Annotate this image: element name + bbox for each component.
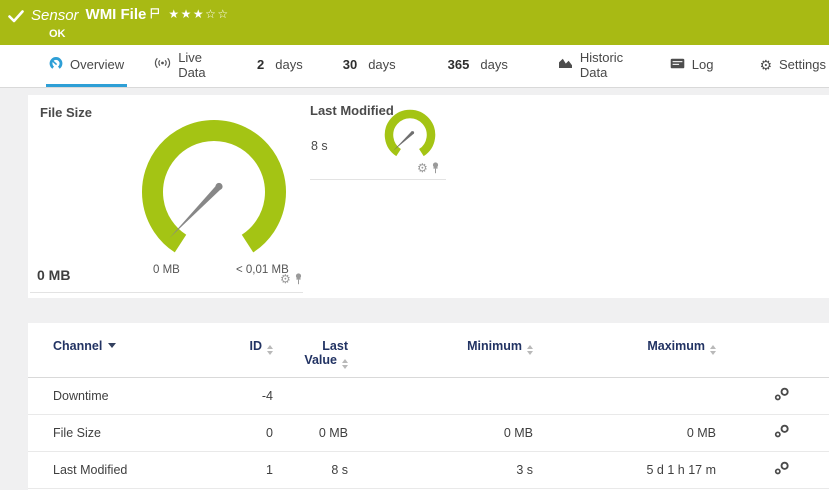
tab-log[interactable]: Log (667, 45, 717, 87)
table-row-downtime[interactable]: Downtime -4 (28, 378, 829, 415)
channel-last-value (275, 378, 350, 415)
pin-icon[interactable] (431, 162, 440, 174)
tab-label: Historic Data (580, 50, 630, 80)
channel-minimum: 3 s (350, 452, 535, 489)
tab-bar: Overview Live Data 2 days 30 days 365 da… (0, 45, 829, 88)
tab-30-days[interactable]: 30 days (340, 45, 399, 87)
column-header-channel[interactable]: Channel (28, 323, 178, 378)
channel-maximum (535, 378, 718, 415)
column-header-minimum[interactable]: Minimum (350, 323, 535, 378)
table-header-row: Channel ID Last Value Minimum Maximum (28, 323, 829, 378)
card-divider (30, 292, 303, 293)
channel-id: 0 (178, 415, 275, 452)
last-modified-gauge-actions: ⚙ (417, 162, 440, 174)
tab-live-data[interactable]: Live Data (151, 45, 216, 87)
gauges-panel: File Size 0 MB < 0,01 MB ⚙ 0 MB Last Mod… (28, 95, 829, 298)
log-icon (670, 57, 685, 72)
channel-settings-gears-icon[interactable] (773, 391, 791, 405)
gauge-icon (49, 57, 63, 72)
sort-icon (527, 345, 533, 355)
gear-icon: ⚙ (759, 58, 772, 72)
gauge-settings-gear-icon[interactable]: ⚙ (417, 162, 428, 174)
pin-icon[interactable] (294, 273, 303, 285)
status-ok-check-icon (8, 9, 24, 28)
sensor-title: WMI File (86, 6, 147, 23)
tab-label: days (368, 57, 395, 72)
channel-name: File Size (28, 415, 178, 452)
tab-number: 365 (448, 57, 470, 72)
tab-2-days[interactable]: 2 days (254, 45, 306, 87)
table-row-file-size[interactable]: File Size 0 0 MB 0 MB 0 MB (28, 415, 829, 452)
channel-minimum: 0 MB (350, 415, 535, 452)
channel-settings-gears-icon[interactable] (773, 465, 791, 479)
channel-name: Last Modified (28, 452, 178, 489)
channel-maximum: 0 MB (535, 415, 718, 452)
tab-historic-data[interactable]: Historic Data (555, 45, 633, 87)
channel-last-value: 0 MB (275, 415, 350, 452)
file-size-gauge-actions: ⚙ (280, 273, 303, 285)
column-header-last-value[interactable]: Last Value (275, 323, 350, 378)
sort-icon (267, 345, 273, 355)
tab-number: 30 (343, 57, 357, 72)
sensor-kind-label: Sensor (31, 7, 79, 24)
stars-empty[interactable]: ☆☆ (205, 7, 230, 21)
gauge-scale-min: 0 MB (153, 264, 180, 276)
last-modified-current-value: 8 s (311, 139, 328, 153)
column-header-id[interactable]: ID (178, 323, 275, 378)
flag-icon[interactable] (150, 6, 160, 24)
tab-number: 2 (257, 57, 264, 72)
file-size-current-value: 0 MB (37, 267, 70, 283)
channel-name: Downtime (28, 378, 178, 415)
tab-settings[interactable]: ⚙ Settings (756, 45, 829, 87)
gauge-settings-gear-icon[interactable]: ⚙ (280, 273, 291, 285)
file-size-gauge-title: File Size (40, 105, 92, 120)
stars-filled[interactable]: ★★★ (168, 7, 205, 21)
tab-overview[interactable]: Overview (46, 45, 127, 87)
channel-maximum: 5 d 1 h 17 m (535, 452, 718, 489)
channel-minimum (350, 378, 535, 415)
channels-table-panel: Channel ID Last Value Minimum Maximum (28, 323, 829, 490)
channel-id: -4 (178, 378, 275, 415)
tab-label: Settings (779, 57, 826, 72)
table-row-last-modified[interactable]: Last Modified 1 8 s 3 s 5 d 1 h 17 m (28, 452, 829, 489)
tab-label: Overview (70, 57, 124, 72)
card-divider (310, 179, 446, 180)
channels-table: Channel ID Last Value Minimum Maximum (28, 323, 829, 489)
channel-settings-gears-icon[interactable] (773, 428, 791, 442)
sort-icon (710, 345, 716, 355)
tab-label: Log (692, 57, 714, 72)
status-badge: OK (49, 28, 230, 40)
column-header-maximum[interactable]: Maximum (535, 323, 718, 378)
broadcast-icon (154, 57, 171, 72)
last-modified-gauge-title: Last Modified (310, 103, 394, 118)
last-modified-gauge (383, 109, 439, 165)
tab-365-days[interactable]: 365 days (445, 45, 511, 87)
overview-content: File Size 0 MB < 0,01 MB ⚙ 0 MB Last Mod… (0, 88, 829, 490)
column-header-actions (718, 323, 829, 378)
sort-desc-icon (108, 343, 116, 348)
tab-label: days (275, 57, 302, 72)
tab-label: days (480, 57, 507, 72)
channel-id: 1 (178, 452, 275, 489)
sensor-header: Sensor WMI File ★★★☆☆ OK (0, 0, 829, 45)
channel-last-value: 8 s (275, 452, 350, 489)
sort-icon (342, 359, 348, 369)
file-size-gauge (140, 111, 290, 261)
area-chart-icon (558, 57, 573, 72)
tab-label: Live Data (178, 50, 213, 80)
priority-stars[interactable]: ★★★☆☆ (168, 7, 229, 21)
